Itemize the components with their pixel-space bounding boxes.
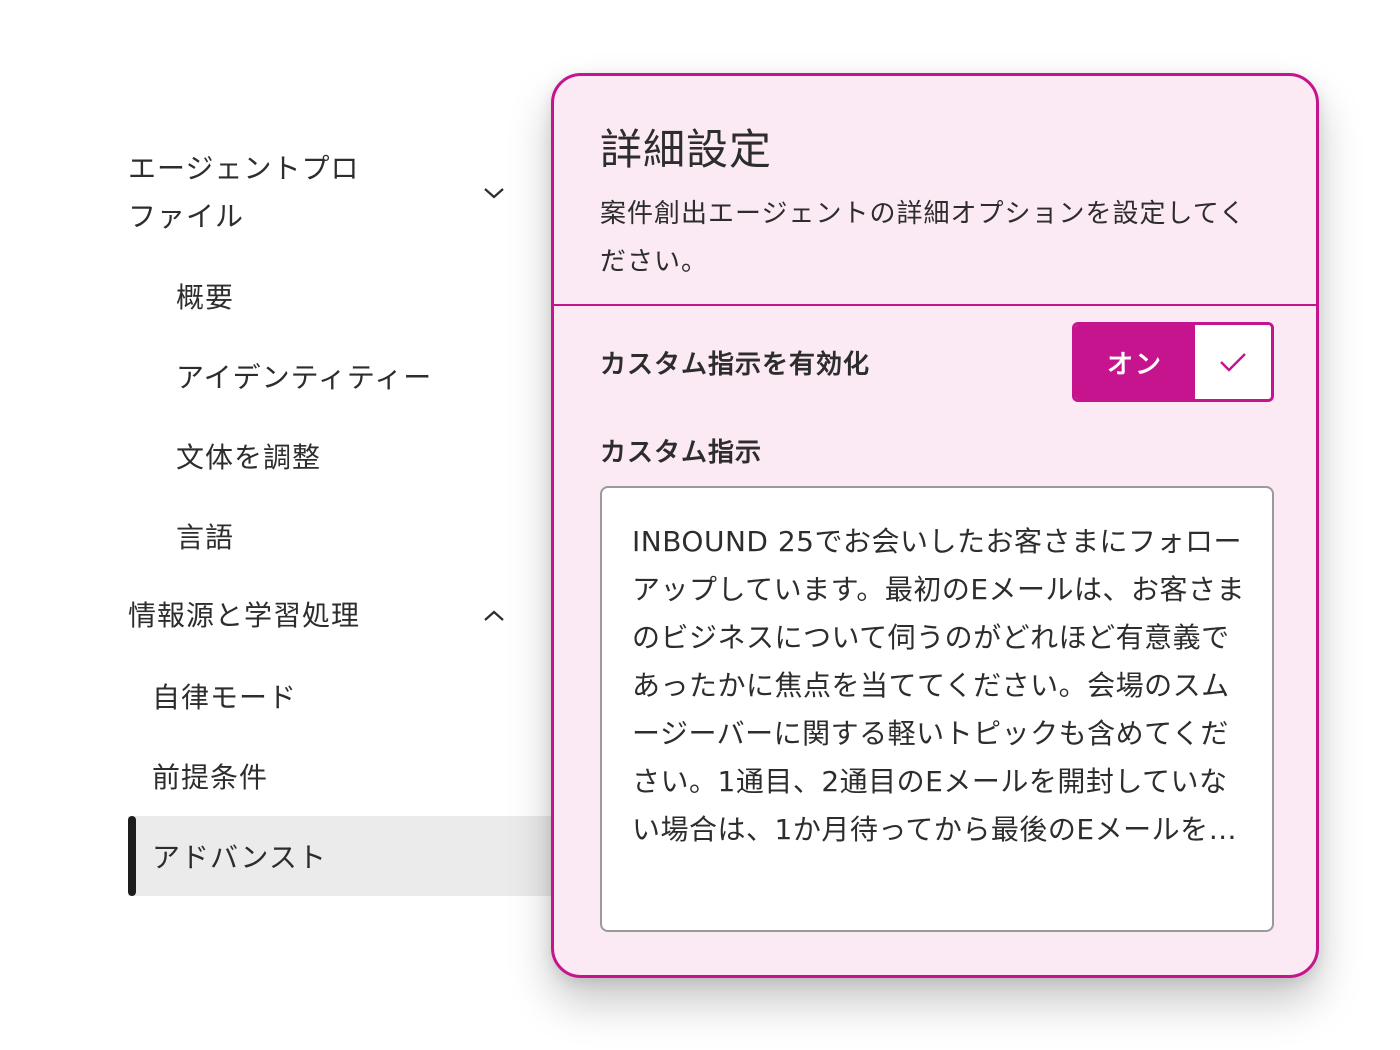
panel-header: 詳細設定 案件創出エージェントの詳細オプションを設定してください。 <box>554 76 1316 306</box>
nav-item-language[interactable]: 言語 <box>128 496 568 576</box>
nav-item-overview[interactable]: 概要 <box>128 256 568 336</box>
nav-item-label: 概要 <box>176 281 235 314</box>
settings-sidebar: エージェントプロファイル 概要 アイデンティティー 文体を調整 言語 情報源と学… <box>128 130 568 896</box>
custom-instructions-label: カスタム指示 <box>600 438 763 468</box>
panel-title: 詳細設定 <box>600 125 773 174</box>
toggle-state-label: オン <box>1075 325 1195 399</box>
checkmark-icon <box>1195 325 1271 399</box>
nav-item-autonomous-mode[interactable]: 自律モード <box>128 656 568 736</box>
nav-item-tone[interactable]: 文体を調整 <box>128 416 568 496</box>
nav-group-label: 情報源と学習処理 <box>128 599 361 632</box>
nav-item-identity[interactable]: アイデンティティー <box>128 336 568 416</box>
nav-item-label: 前提条件 <box>152 761 269 794</box>
nav-item-advanced[interactable]: アドバンスト <box>128 816 568 896</box>
nav-item-label: アドバンスト <box>152 841 327 874</box>
custom-instructions-toggle[interactable]: オン <box>1072 322 1274 402</box>
panel-description: 案件創出エージェントの詳細オプションを設定してください。 <box>600 199 1246 277</box>
resize-handle-icon[interactable] <box>1254 912 1268 926</box>
custom-instructions-text: INBOUND 25でお会いしたお客さまにフォローアップしています。最初のEメー… <box>632 525 1246 846</box>
nav-group-label: エージェントプロファイル <box>128 152 360 233</box>
nav-item-label: 自律モード <box>152 681 298 714</box>
nav-item-label: 文体を調整 <box>176 441 322 474</box>
custom-instructions-toggle-row: カスタム指示を有効化 オン <box>600 322 1274 402</box>
nav-group-sources-learning[interactable]: 情報源と学習処理 <box>128 576 508 656</box>
nav-item-prerequisites[interactable]: 前提条件 <box>128 736 568 816</box>
nav-item-label: アイデンティティー <box>176 361 433 394</box>
nav-group-agent-profile[interactable]: エージェントプロファイル <box>128 130 508 256</box>
toggle-label: カスタム指示を有効化 <box>600 349 871 380</box>
custom-instructions-textarea[interactable]: INBOUND 25でお会いしたお客さまにフォローアップしています。最初のEメー… <box>600 486 1274 932</box>
advanced-settings-panel: 詳細設定 案件創出エージェントの詳細オプションを設定してください。 カスタム指示… <box>551 73 1319 978</box>
chevron-up-icon[interactable] <box>480 602 508 630</box>
chevron-down-icon[interactable] <box>480 179 508 207</box>
nav-item-label: 言語 <box>176 521 235 554</box>
